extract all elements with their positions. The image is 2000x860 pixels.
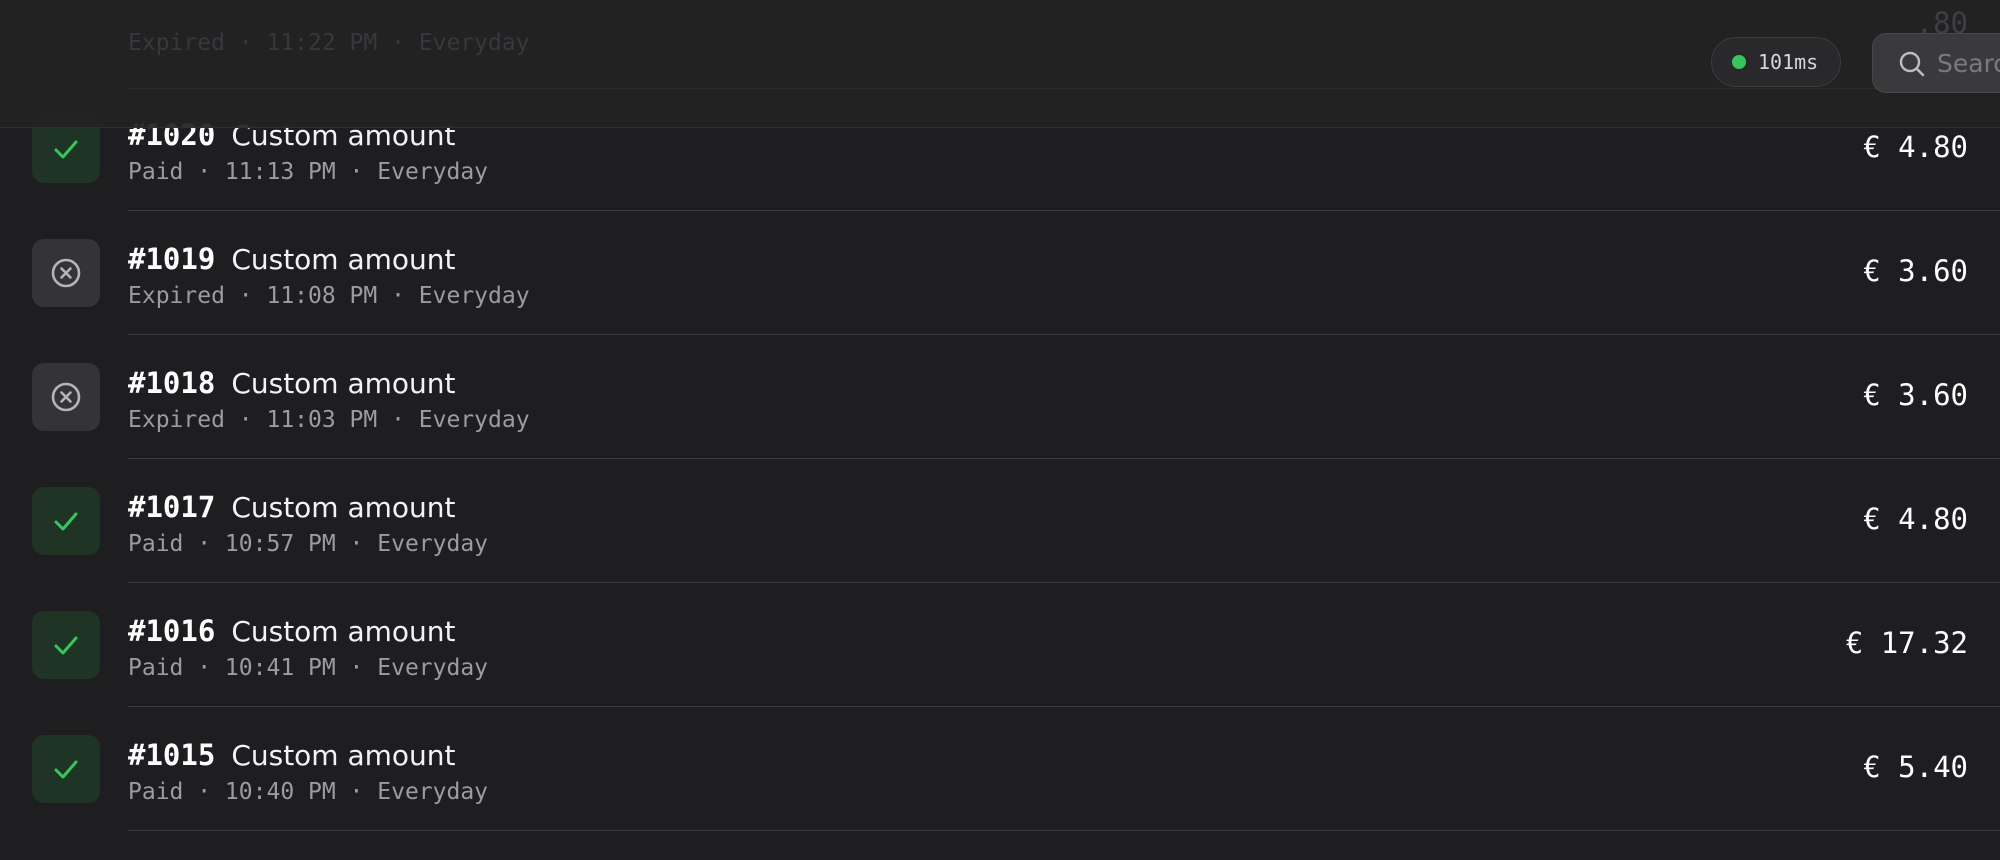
order-description: Custom amount <box>231 739 456 772</box>
row-divider <box>128 830 2000 831</box>
search-input[interactable] <box>1937 34 2000 92</box>
latency-indicator[interactable]: 101ms <box>1711 37 1842 87</box>
top-bar: Expired · 11:22 PM · Everyday .80 101ms <box>0 0 2000 128</box>
order-amount: € 5.40 <box>1863 750 1968 784</box>
table-row[interactable]: #1016 Custom amount Paid · 10:41 PM · Eve… <box>0 583 2000 707</box>
order-meta: Paid · 10:41 PM · Everyday <box>128 655 489 681</box>
check-icon <box>54 760 78 779</box>
order-description: Custom amount <box>231 367 456 400</box>
order-meta: Paid · 11:13 PM · Everyday <box>128 159 489 185</box>
scrolled-row-divider <box>128 88 2000 89</box>
order-number: #1017 <box>128 490 216 524</box>
order-meta: Expired · 11:03 PM · Everyday <box>128 407 530 433</box>
order-number: #1015 <box>128 738 216 772</box>
circle-x-icon <box>51 382 81 412</box>
order-number: #1016 <box>128 614 216 648</box>
scrolled-row-meta: Expired · 11:22 PM · Everyday <box>128 30 530 56</box>
check-icon <box>54 140 78 159</box>
latency-value: 101ms <box>1758 50 1819 74</box>
table-row[interactable]: #1015 Custom amount Paid · 10:40 PM · Eve… <box>0 707 2000 831</box>
order-amount: € 4.80 <box>1863 502 1968 536</box>
status-paid-badge <box>32 735 100 803</box>
table-row[interactable]: #1017 Custom amount Paid · 10:57 PM · Eve… <box>0 459 2000 583</box>
order-amount: € 17.32 <box>1845 626 1968 660</box>
status-expired-badge <box>32 239 100 307</box>
check-icon <box>54 636 78 655</box>
status-paid-badge <box>32 487 100 555</box>
order-meta: Paid · 10:57 PM · Everyday <box>128 531 489 557</box>
order-amount: € 4.80 <box>1863 130 1968 164</box>
search-icon <box>1899 51 1925 77</box>
order-amount: € 3.60 <box>1863 254 1968 288</box>
order-description: Custom amount <box>231 491 456 524</box>
order-meta: Paid · 10:40 PM · Everyday <box>128 779 489 805</box>
order-number: #1018 <box>128 366 216 400</box>
search-box[interactable] <box>1872 33 2000 93</box>
order-meta: Expired · 11:08 PM · Everyday <box>128 283 530 309</box>
transactions-screen: #1020 Custom amount Paid · 11:13 PM · Eve… <box>0 0 2000 860</box>
order-amount: € 3.60 <box>1863 378 1968 412</box>
status-paid-badge <box>32 611 100 679</box>
table-row[interactable]: #1019 Custom amount Expired · 11:08 PM · … <box>0 211 2000 335</box>
status-expired-badge <box>32 363 100 431</box>
order-description: Custom amount <box>231 615 456 648</box>
order-number: #1019 <box>128 242 216 276</box>
circle-x-icon <box>51 258 81 288</box>
table-row[interactable]: #1018 Custom amount Expired · 11:03 PM · … <box>0 335 2000 459</box>
order-description: Custom amount <box>231 243 456 276</box>
status-dot-icon <box>1732 55 1746 69</box>
check-icon <box>54 512 78 531</box>
